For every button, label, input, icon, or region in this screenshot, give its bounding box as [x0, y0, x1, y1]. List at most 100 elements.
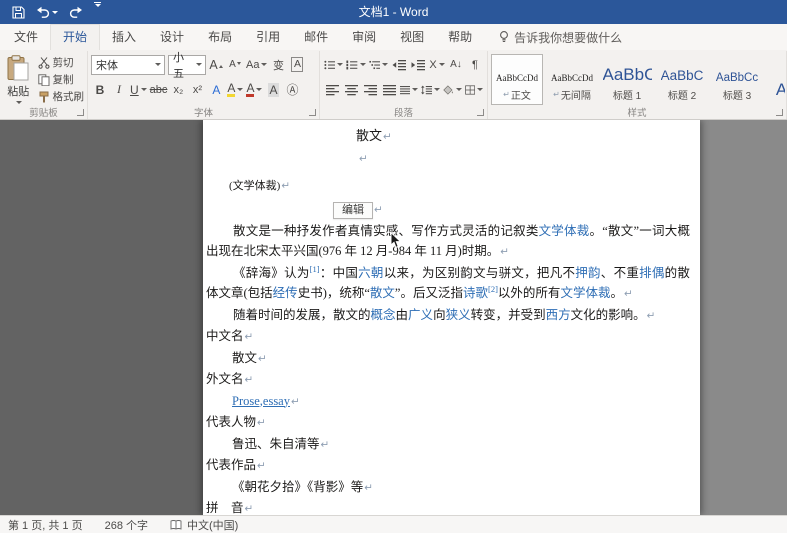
text-run[interactable]: 史书)，统称“	[298, 286, 370, 300]
character-shading-button[interactable]: A	[264, 79, 282, 100]
hyperlink[interactable]: [1]	[310, 263, 320, 273]
doc-label[interactable]: 中文名↵	[206, 326, 690, 348]
text-run[interactable]: ：中国	[320, 266, 359, 280]
styles-dialog-launcher-icon[interactable]	[776, 109, 783, 116]
text-run[interactable]: 转变，并受到	[471, 308, 546, 322]
style-card-heading1[interactable]: AaBbC标题 1	[601, 54, 653, 105]
paste-button[interactable]: 粘贴	[3, 53, 34, 105]
hyperlink[interactable]: 文学体裁	[560, 286, 610, 300]
doc-label[interactable]: 代表人物↵	[206, 412, 690, 434]
font-family-select[interactable]: 宋体	[91, 55, 165, 75]
text-run[interactable]: 《辞海》认为	[233, 266, 310, 280]
highlight-color-button[interactable]: A	[226, 79, 244, 100]
text-run[interactable]: 鲁迅、朱自清等	[232, 437, 320, 451]
tab-review[interactable]: 审阅	[340, 24, 388, 50]
doc-label[interactable]: 拼 音↵	[206, 498, 690, 515]
text-run[interactable]: (文学体裁)	[229, 180, 280, 192]
change-case-button[interactable]: Aa	[245, 54, 268, 75]
text-run[interactable]: 《朝花夕拾》《背影》等	[232, 480, 363, 494]
text-run[interactable]: 随着时间的发展，散文的	[233, 308, 371, 322]
tab-home[interactable]: 开始	[50, 24, 100, 50]
subscript-button[interactable]: x₂	[169, 79, 187, 100]
hyperlink[interactable]: 经传	[273, 286, 298, 300]
superscript-button[interactable]: x²	[188, 79, 206, 100]
hyperlink[interactable]: Prose,essay	[232, 394, 290, 408]
edit-button[interactable]: 编辑	[333, 202, 373, 219]
hyperlink[interactable]: 散文	[370, 286, 395, 300]
strikethrough-button[interactable]: abc	[149, 79, 169, 100]
doc-label[interactable]: 外文名↵	[206, 369, 690, 391]
doc-label[interactable]: 代表作品↵	[206, 455, 690, 477]
enclose-characters-button[interactable]: Ⓐ	[283, 79, 301, 100]
hyperlink[interactable]: 文学体裁	[539, 224, 590, 238]
doc-value[interactable]: 《朝花夕拾》《背影》等↵	[232, 477, 690, 499]
text-run[interactable]: 代表人物	[206, 415, 256, 429]
borders-button[interactable]	[464, 79, 484, 100]
hyperlink[interactable]: 六朝	[358, 266, 384, 280]
distribute-button[interactable]	[399, 79, 419, 100]
multilevel-list-button[interactable]	[368, 54, 389, 75]
font-size-select[interactable]: 小五	[168, 55, 206, 75]
save-button[interactable]	[8, 2, 29, 22]
text-run[interactable]: 以外的所有	[498, 286, 561, 300]
hyperlink[interactable]: 诗歌	[463, 286, 488, 300]
bullets-button[interactable]	[323, 54, 344, 75]
tab-help[interactable]: 帮助	[436, 24, 484, 50]
tab-mailings[interactable]: 邮件	[292, 24, 340, 50]
text-run[interactable]: ”。后又泛指	[395, 286, 463, 300]
tab-insert[interactable]: 插入	[100, 24, 148, 50]
tab-design[interactable]: 设计	[148, 24, 196, 50]
word-count[interactable]: 268 个字	[105, 517, 148, 533]
clipboard-dialog-launcher-icon[interactable]	[77, 109, 84, 116]
hyperlink[interactable]: 西方	[546, 308, 571, 322]
doc-para[interactable]: 散文是一种抒发作者真情实感、写作方式灵活的记叙类文学体裁。“散文”一词大概出现在…	[206, 221, 690, 263]
align-left-button[interactable]	[323, 79, 341, 100]
style-card-no-spacing[interactable]: AaBbCcDd↵无间隔	[546, 54, 598, 105]
style-card-normal[interactable]: AaBbCcDd↵正文	[491, 54, 543, 105]
font-color-button[interactable]: A	[245, 79, 263, 100]
style-card-partial[interactable]: AaB	[766, 54, 785, 105]
numbering-button[interactable]	[345, 54, 366, 75]
doc-para[interactable]: 随着时间的发展，散文的概念由广义向狭义转变，并受到西方文化的影响。↵	[206, 305, 690, 327]
hyperlink[interactable]: [2]	[488, 284, 498, 294]
tab-references[interactable]: 引用	[244, 24, 292, 50]
show-marks-button[interactable]: ¶	[466, 54, 484, 75]
font-dialog-launcher-icon[interactable]	[309, 109, 316, 116]
copy-button[interactable]: 复制	[36, 71, 87, 88]
asian-layout-button[interactable]: X	[428, 54, 446, 75]
text-effects-button[interactable]: A	[207, 79, 225, 100]
doc-value[interactable]: 鲁迅、朱自清等↵	[232, 434, 690, 456]
customize-qat-button[interactable]	[90, 2, 105, 22]
bold-button[interactable]: B	[91, 79, 109, 100]
text-run[interactable]: 、不重	[601, 266, 639, 280]
style-card-heading3[interactable]: AaBbCc标题 3	[711, 54, 763, 105]
hyperlink[interactable]: 广义	[408, 308, 433, 322]
hyperlink[interactable]: 排偶	[639, 266, 665, 280]
text-run[interactable]: 向	[433, 308, 446, 322]
line-spacing-button[interactable]	[420, 79, 441, 100]
tell-me[interactable]: 告诉我你想要做什么	[499, 24, 622, 50]
text-run[interactable]: 由	[396, 308, 409, 322]
text-run[interactable]: 散文	[232, 351, 257, 365]
justify-button[interactable]	[380, 79, 398, 100]
decrease-indent-button[interactable]	[390, 54, 408, 75]
tab-layout[interactable]: 布局	[196, 24, 244, 50]
align-right-button[interactable]	[361, 79, 379, 100]
text-run[interactable]: 。	[610, 286, 623, 300]
text-run[interactable]: 中文名	[206, 329, 244, 343]
language-indicator[interactable]: 中文(中国)	[170, 517, 238, 533]
doc-para[interactable]: 《辞海》认为[1]：中国六朝以来，为区别韵文与骈文，把凡不押韵、不重排偶的散体文…	[206, 263, 690, 305]
paragraph-dialog-launcher-icon[interactable]	[477, 109, 484, 116]
phonetic-guide-button[interactable]: 变	[269, 54, 287, 75]
doc-line[interactable]: ↵	[358, 148, 690, 169]
doc-value[interactable]: 散文↵	[232, 348, 690, 370]
align-center-button[interactable]	[342, 79, 360, 100]
sort-button[interactable]: A↓	[447, 54, 465, 75]
increase-indent-button[interactable]	[409, 54, 427, 75]
page-content[interactable]: 散文↵↵(文学体裁)↵编辑↵散文是一种抒发作者真情实感、写作方式灵活的记叙类文学…	[203, 120, 700, 515]
text-run[interactable]: 代表作品	[206, 458, 256, 472]
tab-view[interactable]: 视图	[388, 24, 436, 50]
shading-button[interactable]	[442, 79, 462, 100]
text-run[interactable]: 散文是一种抒发作者真情实感、写作方式灵活的记叙类	[233, 224, 539, 238]
text-run[interactable]: 以来，为区别韵文与骈文，把凡不	[384, 266, 576, 280]
